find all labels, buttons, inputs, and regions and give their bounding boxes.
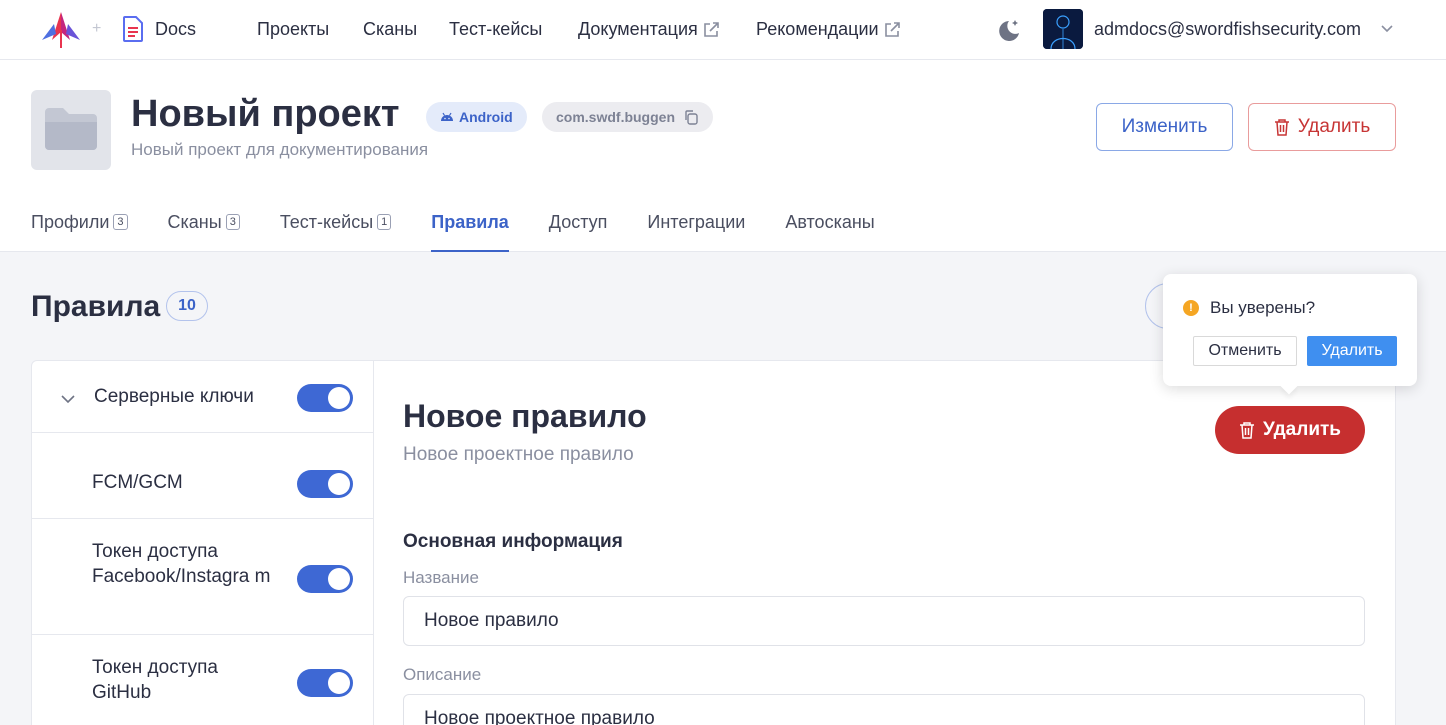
project-thumbnail bbox=[31, 90, 111, 170]
project-description: Новый проект для документирования bbox=[131, 140, 429, 159]
nav-projects[interactable]: Проекты bbox=[257, 19, 329, 40]
rule-item-toggle[interactable] bbox=[297, 565, 353, 593]
tab-autoscans[interactable]: Автосканы bbox=[785, 200, 874, 252]
delete-project-button[interactable]: Удалить bbox=[1248, 103, 1396, 151]
nav-projects-label: Проекты bbox=[257, 19, 330, 39]
tab-profiles-count: 3 bbox=[113, 214, 128, 230]
dark-mode-moon-icon[interactable] bbox=[993, 16, 1023, 46]
tab-profiles[interactable]: Профили 3 bbox=[31, 200, 128, 252]
delete-project-label: Удалить bbox=[1297, 116, 1371, 137]
user-avatar[interactable] bbox=[1043, 9, 1083, 49]
rule-item-label: FCM/GCM bbox=[92, 472, 183, 493]
tab-autoscans-label: Автосканы bbox=[785, 212, 875, 232]
rule-item-row[interactable]: Токен доступа GitHub bbox=[32, 635, 373, 725]
rule-subtitle: Новое проектное правило bbox=[403, 444, 634, 465]
tab-access-label: Доступ bbox=[548, 212, 608, 232]
tab-rules[interactable]: Правила bbox=[431, 200, 509, 252]
top-navbar: + Docs Проекты Сканы Тест-кейсы Документ… bbox=[0, 0, 1446, 60]
rule-group-label: Серверные ключи bbox=[94, 386, 254, 407]
delete-rule-button[interactable]: Удалить bbox=[1215, 406, 1365, 454]
rule-item-label: Токен доступа GitHub bbox=[92, 657, 218, 703]
swordfish-logo-icon[interactable] bbox=[40, 10, 82, 50]
basic-info-heading: Основная информация bbox=[403, 531, 623, 552]
rule-item-label: Токен доступа Facebook/Instagra m bbox=[92, 541, 271, 587]
android-icon bbox=[441, 112, 453, 121]
tab-integrations-label: Интеграции bbox=[647, 212, 746, 232]
nav-scans[interactable]: Сканы bbox=[363, 19, 417, 40]
external-link-icon bbox=[884, 21, 900, 37]
delete-confirm-popover: ! Вы уверены? Отменить Удалить bbox=[1163, 274, 1417, 386]
rules-count-badge: 10 bbox=[166, 291, 208, 321]
rules-section-title: Правила bbox=[31, 290, 161, 323]
project-header: Новый проект Android com.swdf.buggen Нов… bbox=[0, 60, 1446, 252]
tab-integrations[interactable]: Интеграции bbox=[647, 200, 745, 252]
tab-scans[interactable]: Сканы 3 bbox=[168, 200, 240, 252]
project-title: Новый проект bbox=[131, 93, 400, 135]
name-input[interactable] bbox=[403, 596, 1365, 646]
rule-item-row[interactable]: Токен доступа Facebook/Instagra m bbox=[32, 519, 373, 635]
tab-rules-label: Правила bbox=[431, 212, 509, 232]
trash-icon bbox=[1274, 119, 1289, 136]
confirm-delete-button[interactable]: Удалить bbox=[1307, 336, 1397, 366]
cancel-button[interactable]: Отменить bbox=[1193, 336, 1297, 366]
folder-icon bbox=[45, 108, 97, 150]
tab-test-cases-count: 1 bbox=[377, 214, 392, 230]
nav-recommendations[interactable]: Рекомендации bbox=[756, 19, 901, 40]
chevron-down-icon[interactable] bbox=[60, 391, 76, 407]
rule-item-row[interactable]: FCM/GCM bbox=[32, 433, 373, 519]
confirm-question: Вы уверены? bbox=[1210, 298, 1316, 317]
tab-test-cases-label: Тест-кейсы bbox=[279, 212, 374, 232]
package-badge[interactable]: com.swdf.buggen bbox=[542, 102, 713, 132]
description-field-label: Описание bbox=[403, 665, 482, 684]
rules-list: Серверные ключи FCM/GCM Токен доступа Fa… bbox=[32, 361, 374, 725]
copy-icon[interactable] bbox=[683, 109, 699, 125]
user-avatar-image-icon bbox=[1043, 9, 1083, 49]
external-link-icon bbox=[703, 21, 719, 37]
tab-scans-count: 3 bbox=[225, 214, 240, 230]
tab-access[interactable]: Доступ bbox=[549, 200, 608, 252]
docs-label[interactable]: Docs bbox=[155, 19, 196, 40]
tab-test-cases[interactable]: Тест-кейсы 1 bbox=[279, 200, 392, 252]
description-input[interactable] bbox=[403, 694, 1365, 725]
document-icon bbox=[123, 16, 143, 42]
tab-profiles-label: Профили bbox=[31, 212, 110, 232]
rule-item-toggle[interactable] bbox=[297, 669, 353, 697]
name-field-label: Название bbox=[403, 568, 479, 587]
package-badge-label: com.swdf.buggen bbox=[556, 109, 675, 125]
rule-group-row[interactable]: Серверные ключи bbox=[32, 361, 373, 433]
tab-scans-label: Сканы bbox=[167, 212, 222, 232]
edit-project-button[interactable]: Изменить bbox=[1096, 103, 1233, 151]
platform-badge-label: Android bbox=[459, 109, 513, 125]
warning-icon: ! bbox=[1183, 300, 1199, 316]
nav-test-cases[interactable]: Тест-кейсы bbox=[449, 19, 542, 40]
plus-separator: + bbox=[92, 20, 102, 37]
rule-item-toggle[interactable] bbox=[297, 470, 353, 498]
rule-group-toggle[interactable] bbox=[297, 384, 353, 412]
trash-icon bbox=[1240, 422, 1254, 439]
nav-test-cases-label: Тест-кейсы bbox=[449, 19, 543, 39]
user-email[interactable]: admdocs@swordfishsecurity.com bbox=[1094, 19, 1361, 40]
nav-scans-label: Сканы bbox=[363, 19, 418, 39]
nav-recommendations-label: Рекомендации bbox=[756, 19, 879, 39]
nav-documentation[interactable]: Документация bbox=[578, 19, 720, 40]
chevron-down-icon[interactable] bbox=[1380, 22, 1394, 36]
platform-badge: Android bbox=[426, 102, 527, 132]
nav-documentation-label: Документация bbox=[578, 19, 698, 39]
rules-card: Серверные ключи FCM/GCM Токен доступа Fa… bbox=[31, 360, 1396, 725]
rule-title: Новое правило bbox=[403, 398, 647, 434]
delete-rule-label: Удалить bbox=[1263, 419, 1341, 440]
project-tabs: Профили 3 Сканы 3 Тест-кейсы 1 Правила Дост… bbox=[31, 200, 915, 252]
